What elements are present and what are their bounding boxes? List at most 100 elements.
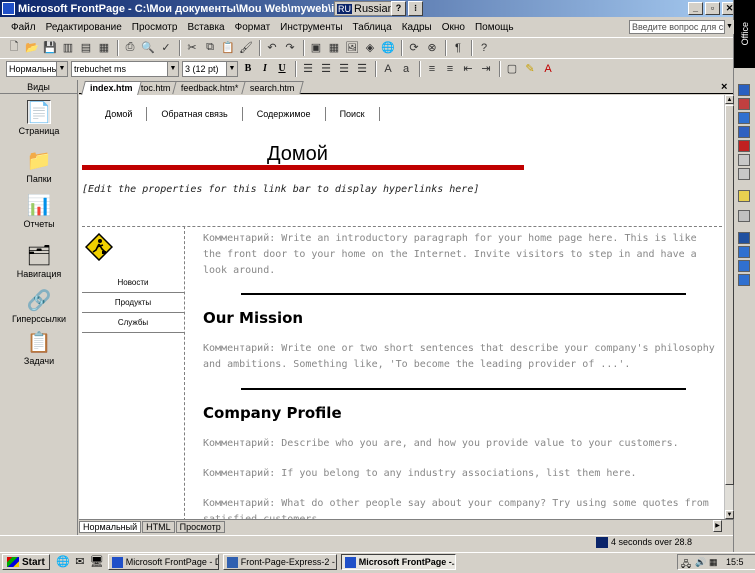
chevron-down-icon[interactable]: ▼ bbox=[725, 20, 734, 34]
minimize-button[interactable]: _ bbox=[688, 2, 703, 15]
align-right-icon[interactable]: ☰ bbox=[336, 61, 352, 77]
clock[interactable]: 15:5 bbox=[726, 557, 744, 567]
profile-comment[interactable]: Комментарий: What do other people say ab… bbox=[203, 496, 715, 519]
folder-list-icon[interactable]: ▤ bbox=[78, 40, 94, 56]
side-link-products[interactable]: Продукты bbox=[82, 293, 184, 313]
open-icon[interactable]: 📂 bbox=[24, 40, 40, 56]
frontpage-app-icon[interactable] bbox=[2, 2, 15, 15]
tab-html[interactable]: HTML bbox=[142, 520, 175, 533]
cut-icon[interactable]: ✂ bbox=[184, 40, 200, 56]
borders-icon[interactable]: ▢ bbox=[504, 61, 520, 77]
format-painter-icon[interactable]: 🖌 bbox=[238, 40, 254, 56]
office-app-icon[interactable] bbox=[738, 232, 750, 244]
view-page[interactable]: 📄 Страница bbox=[0, 100, 78, 136]
side-link-services[interactable]: Службы bbox=[82, 313, 184, 333]
menu-view[interactable]: Просмотр bbox=[127, 22, 183, 33]
insert-picture-icon[interactable]: 🖼 bbox=[344, 40, 360, 56]
bullets-icon[interactable]: ≡ bbox=[442, 61, 458, 77]
font-size-select[interactable]: 3 (12 pt) ▼ bbox=[182, 60, 238, 77]
menu-window[interactable]: Окно bbox=[437, 22, 470, 33]
scroll-right-icon[interactable]: ▶ bbox=[713, 520, 722, 532]
scroll-thumb[interactable] bbox=[725, 105, 734, 485]
font-color-icon[interactable]: A bbox=[540, 61, 556, 77]
view-hyperlinks[interactable]: 🔗 Гиперссылки bbox=[0, 288, 78, 325]
help-icon[interactable]: ? bbox=[476, 40, 492, 56]
menu-format[interactable]: Формат bbox=[230, 22, 276, 33]
menu-frames[interactable]: Кадры bbox=[397, 22, 437, 33]
hyperlink-icon[interactable]: 🌐 bbox=[380, 40, 396, 56]
justify-icon[interactable]: ☰ bbox=[354, 61, 370, 77]
stop-icon[interactable]: ⊗ bbox=[424, 40, 440, 56]
web-component-icon[interactable]: ▣ bbox=[308, 40, 324, 56]
view-reports[interactable]: 📊 Отчеты bbox=[0, 193, 78, 230]
view-navigation[interactable]: 🗂 Навигация bbox=[0, 243, 78, 280]
nav-link-feedback[interactable]: Обратная связь bbox=[147, 107, 243, 121]
profile-comment[interactable]: Комментарий: If you belong to any indust… bbox=[203, 466, 715, 482]
view-folders[interactable]: 📁 Папки bbox=[0, 148, 78, 185]
intro-comment[interactable]: Комментарий: Write an introductory parag… bbox=[203, 231, 715, 279]
close-document-icon[interactable]: × bbox=[721, 81, 727, 93]
taskbar-item[interactable]: Front-Page-Express-2 - Mic... bbox=[222, 554, 337, 570]
numbering-icon[interactable]: ≡ bbox=[424, 61, 440, 77]
scroll-down-icon[interactable]: ▼ bbox=[725, 510, 734, 519]
mission-comment[interactable]: Комментарий: Write one or two short sent… bbox=[203, 341, 715, 373]
italic-button[interactable]: I bbox=[258, 61, 272, 77]
office-app-icon[interactable] bbox=[738, 112, 750, 124]
navigation-icon[interactable]: ▦ bbox=[96, 40, 112, 56]
increase-indent-icon[interactable]: ⇥ bbox=[478, 61, 494, 77]
tray-app-icon[interactable]: ▦ bbox=[709, 557, 720, 568]
profile-comment[interactable]: Комментарий: Describe who you are, and h… bbox=[203, 436, 715, 452]
increase-font-icon[interactable]: A bbox=[380, 61, 396, 77]
highlight-icon[interactable]: ✎ bbox=[522, 61, 538, 77]
page-editor[interactable]: Домой Обратная связь Содержимое Поиск До… bbox=[79, 95, 724, 519]
underline-button[interactable]: U bbox=[275, 61, 289, 77]
nav-link-contents[interactable]: Содержимое bbox=[243, 107, 326, 121]
language-help-button[interactable]: ? bbox=[391, 1, 406, 16]
paste-icon[interactable]: 📋 bbox=[220, 40, 236, 56]
browser-icon[interactable]: 🌐 bbox=[56, 555, 70, 569]
taskbar-item[interactable]: Microsoft FrontPage - D:\... bbox=[107, 554, 219, 570]
align-left-icon[interactable]: ☰ bbox=[300, 61, 316, 77]
tab-search[interactable]: search.htm bbox=[241, 81, 304, 94]
side-link-news[interactable]: Новости bbox=[82, 273, 184, 293]
office-app-icon[interactable] bbox=[738, 140, 750, 152]
view-tasks[interactable]: 📋 Задачи bbox=[0, 330, 78, 367]
tab-index[interactable]: index.htm bbox=[81, 81, 142, 95]
restore-button[interactable]: ▫ bbox=[705, 2, 720, 15]
tab-normal[interactable]: Нормальный bbox=[79, 520, 142, 533]
office-app-icon[interactable] bbox=[738, 98, 750, 110]
office-app-icon[interactable] bbox=[738, 190, 750, 202]
font-select[interactable]: trebuchet ms ▼ bbox=[71, 60, 179, 77]
language-indicator[interactable]: RU Russian bbox=[334, 1, 397, 16]
print-icon[interactable]: ⎙ bbox=[122, 40, 138, 56]
mail-icon[interactable]: ✉ bbox=[73, 555, 87, 569]
publish-icon[interactable]: ▥ bbox=[60, 40, 76, 56]
menu-help[interactable]: Помощь bbox=[470, 22, 519, 33]
office-app-icon[interactable] bbox=[738, 260, 750, 272]
tab-preview[interactable]: Просмотр bbox=[175, 520, 225, 533]
refresh-icon[interactable]: ⟳ bbox=[406, 40, 422, 56]
menu-file[interactable]: Файл bbox=[6, 22, 41, 33]
redo-icon[interactable]: ↷ bbox=[282, 40, 298, 56]
ask-question-input[interactable]: Введите вопрос для спра bbox=[629, 20, 725, 34]
style-select[interactable]: Нормальный ▼ bbox=[6, 60, 68, 77]
decrease-font-icon[interactable]: a bbox=[398, 61, 414, 77]
office-app-icon[interactable] bbox=[738, 210, 750, 222]
menu-edit[interactable]: Редактирование bbox=[41, 22, 127, 33]
copy-icon[interactable]: ⧉ bbox=[202, 40, 218, 56]
bold-button[interactable]: B bbox=[241, 61, 255, 77]
office-app-icon[interactable] bbox=[738, 246, 750, 258]
network-icon[interactable]: 🖧 bbox=[681, 557, 692, 569]
vertical-scrollbar[interactable]: ▲ ▼ bbox=[724, 95, 734, 519]
save-icon[interactable]: 💾 bbox=[42, 40, 58, 56]
start-button[interactable]: Start bbox=[2, 554, 50, 570]
scroll-up-icon[interactable]: ▲ bbox=[725, 95, 734, 104]
desktop-icon[interactable]: 🖥 bbox=[90, 555, 104, 569]
align-center-icon[interactable]: ☰ bbox=[318, 61, 334, 77]
show-all-icon[interactable]: ¶ bbox=[450, 40, 466, 56]
spelling-icon[interactable]: ✓ bbox=[158, 40, 174, 56]
nav-link-search[interactable]: Поиск bbox=[326, 107, 380, 121]
preview-icon[interactable]: 🔍 bbox=[140, 40, 156, 56]
insert-table-icon[interactable]: ▦ bbox=[326, 40, 342, 56]
office-app-icon[interactable] bbox=[738, 84, 750, 96]
